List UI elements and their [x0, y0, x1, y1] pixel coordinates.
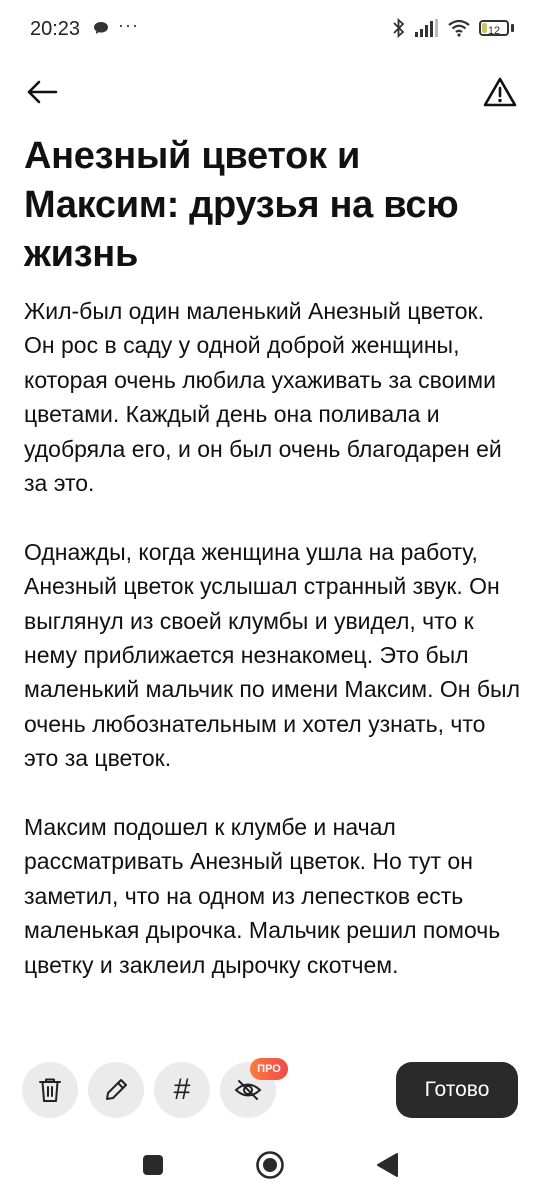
edit-button[interactable]: [88, 1062, 144, 1118]
action-bar: # ПРО Готово: [0, 1058, 540, 1118]
triangle-back-icon: [377, 1153, 398, 1177]
back-button[interactable]: [22, 72, 62, 112]
status-icons: 12: [391, 18, 514, 38]
signal-icon: [415, 19, 438, 37]
battery-icon: 12: [479, 20, 509, 37]
report-button[interactable]: [480, 72, 520, 112]
story-paragraph: Максим подошел к клумбе и начал рассматр…: [24, 814, 501, 978]
pencil-icon: [106, 1079, 127, 1100]
trash-icon: [39, 1078, 61, 1102]
system-nav-bar: [0, 1130, 540, 1200]
story-paragraph: Жил-был один маленький Анезный цветок. О…: [24, 298, 502, 497]
eye-off-icon: [234, 1080, 262, 1100]
battery-percent: 12: [487, 25, 501, 37]
text-fade-overlay: [0, 1010, 540, 1050]
wifi-icon: [448, 19, 470, 37]
status-bar: 20:23 ··· 12: [0, 0, 540, 60]
square-icon: [143, 1155, 163, 1175]
bluetooth-icon: [393, 18, 405, 38]
home-button[interactable]: [255, 1150, 285, 1180]
warning-triangle-icon: [483, 77, 517, 107]
home-circle-icon: [256, 1151, 284, 1179]
hashtag-icon: #: [173, 1073, 191, 1106]
story-title: Анезный цветок и Максим: друзья на всю ж…: [24, 135, 459, 275]
done-button[interactable]: Готово: [396, 1062, 518, 1118]
back-nav-button[interactable]: [372, 1150, 402, 1180]
delete-button[interactable]: [22, 1062, 78, 1118]
status-more-dots: ···: [118, 15, 139, 35]
hashtag-button[interactable]: #: [154, 1062, 210, 1118]
pro-badge: ПРО: [250, 1058, 288, 1080]
battery-tip: [511, 24, 514, 32]
recents-button[interactable]: [138, 1150, 168, 1180]
status-time: 20:23: [30, 18, 81, 40]
chat-bubble-icon: [94, 22, 108, 34]
story-paragraph: Однажды, когда женщина ушла на работу, А…: [24, 538, 520, 772]
story-body: Жил-был один маленький Анезный цветок. О…: [24, 294, 520, 1036]
arrow-left-icon: [27, 80, 58, 104]
